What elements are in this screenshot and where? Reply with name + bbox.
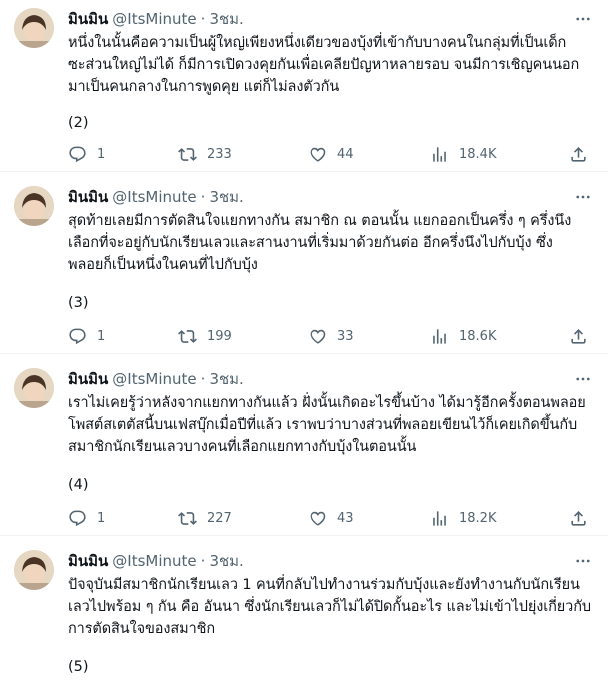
tweet-header: มินมิน @ItsMinute · 3ชม. bbox=[68, 186, 594, 208]
reply-icon bbox=[69, 328, 86, 344]
views-button[interactable]: 18.6K bbox=[430, 327, 496, 346]
tweet[interactable]: มินมิน @ItsMinute · 3ชม. ปัจจุบันมีสมาชิ… bbox=[0, 536, 608, 688]
retweet-button[interactable]: 233 bbox=[178, 145, 232, 164]
retweet-count: 199 bbox=[207, 328, 232, 344]
user-handle[interactable]: @ItsMinute bbox=[112, 188, 196, 206]
reply-button[interactable]: 1 bbox=[68, 327, 105, 346]
timestamp[interactable]: 3ชม. bbox=[209, 549, 243, 573]
action-bar: 1 233 44 18.4K bbox=[68, 142, 594, 166]
views-button[interactable]: 18.4K bbox=[430, 145, 496, 164]
user-handle[interactable]: @ItsMinute bbox=[112, 370, 196, 388]
thread-index: (4) bbox=[68, 477, 89, 493]
reply-count: 1 bbox=[97, 328, 106, 344]
tweet-text: ปัจจุบันมีสมาชิกนักเรียนเลว 1 คนที่กลับไ… bbox=[68, 577, 591, 637]
tweet[interactable]: มินมิน @ItsMinute · 3ชม. หนึ่งในนั้นคือค… bbox=[0, 0, 608, 172]
retweet-count: 227 bbox=[207, 510, 232, 526]
tweet-header: มินมิน @ItsMinute · 3ชม. bbox=[68, 550, 594, 572]
like-button[interactable]: 43 bbox=[308, 509, 354, 528]
tweet-text: เราไม่เคยรู้ว่าหลังจากแยกทางกันแล้ว ฝั่ง… bbox=[68, 395, 586, 455]
avatar[interactable] bbox=[14, 550, 54, 590]
share-button[interactable] bbox=[569, 145, 588, 164]
tweet-header: มินมิน @ItsMinute · 3ชม. bbox=[68, 368, 594, 390]
like-icon bbox=[310, 329, 326, 344]
reply-button[interactable]: 1 bbox=[68, 509, 105, 528]
like-button[interactable]: 33 bbox=[308, 327, 354, 346]
share-button[interactable] bbox=[569, 327, 588, 346]
separator-dot: · bbox=[200, 188, 206, 206]
tweet-text: หนึ่งในนั้นคือความเป็นผู้ใหญ่เพียงหนึ่งเ… bbox=[68, 35, 580, 95]
like-count: 33 bbox=[337, 328, 354, 344]
action-bar: 1 199 33 18.6K bbox=[68, 324, 594, 348]
like-count: 44 bbox=[337, 146, 354, 162]
like-count: 43 bbox=[337, 510, 354, 526]
views-icon bbox=[433, 328, 446, 344]
retweet-icon bbox=[178, 147, 197, 161]
avatar[interactable] bbox=[14, 368, 54, 408]
like-icon bbox=[310, 147, 326, 162]
share-icon bbox=[571, 328, 586, 344]
timestamp[interactable]: 3ชม. bbox=[209, 7, 243, 31]
like-icon bbox=[310, 511, 326, 526]
reply-count: 1 bbox=[97, 146, 106, 162]
reply-icon bbox=[69, 146, 86, 162]
display-name[interactable]: มินมิน bbox=[68, 185, 108, 209]
avatar[interactable] bbox=[14, 8, 54, 48]
reply-count: 1 bbox=[97, 510, 106, 526]
retweet-button[interactable]: 199 bbox=[178, 327, 232, 346]
user-handle[interactable]: @ItsMinute bbox=[112, 10, 196, 28]
timestamp[interactable]: 3ชม. bbox=[209, 185, 243, 209]
views-icon bbox=[433, 510, 446, 526]
more-icon[interactable] bbox=[572, 550, 594, 572]
views-button[interactable]: 18.2K bbox=[430, 509, 496, 528]
views-icon bbox=[433, 146, 446, 162]
more-icon[interactable] bbox=[572, 368, 594, 390]
user-handle[interactable]: @ItsMinute bbox=[112, 552, 196, 570]
action-bar: 1 227 43 18.2K bbox=[68, 506, 594, 530]
retweet-button[interactable]: 227 bbox=[178, 509, 232, 528]
display-name[interactable]: มินมิน bbox=[68, 549, 108, 573]
share-icon bbox=[571, 146, 586, 162]
thread-index: (3) bbox=[68, 295, 89, 311]
view-count: 18.6K bbox=[459, 328, 497, 344]
tweet-header: มินมิน @ItsMinute · 3ชม. bbox=[68, 8, 594, 30]
timestamp[interactable]: 3ชม. bbox=[209, 367, 243, 391]
separator-dot: · bbox=[200, 10, 206, 28]
avatar[interactable] bbox=[14, 186, 54, 226]
display-name[interactable]: มินมิน bbox=[68, 367, 108, 391]
retweet-icon bbox=[178, 329, 197, 343]
thread-index: (2) bbox=[68, 115, 89, 131]
share-button[interactable] bbox=[569, 509, 588, 528]
separator-dot: · bbox=[200, 370, 206, 388]
reply-icon bbox=[69, 510, 86, 526]
reply-button[interactable]: 1 bbox=[68, 145, 105, 164]
tweet[interactable]: มินมิน @ItsMinute · 3ชม. สุดท้ายเลยมีการ… bbox=[0, 172, 608, 354]
more-icon[interactable] bbox=[572, 186, 594, 208]
separator-dot: · bbox=[200, 552, 206, 570]
timeline: มินมิน @ItsMinute · 3ชม. หนึ่งในนั้นคือค… bbox=[0, 0, 608, 688]
more-icon[interactable] bbox=[572, 8, 594, 30]
view-count: 18.2K bbox=[459, 510, 497, 526]
like-button[interactable]: 44 bbox=[308, 145, 354, 164]
view-count: 18.4K bbox=[459, 146, 497, 162]
tweet[interactable]: มินมิน @ItsMinute · 3ชม. เราไม่เคยรู้ว่า… bbox=[0, 354, 608, 536]
thread-index: (5) bbox=[68, 659, 89, 675]
display-name[interactable]: มินมิน bbox=[68, 7, 108, 31]
retweet-count: 233 bbox=[207, 146, 232, 162]
retweet-icon bbox=[178, 511, 197, 525]
share-icon bbox=[571, 510, 586, 526]
tweet-text: สุดท้ายเลยมีการตัดสินใจแยกทางกัน สมาชิก … bbox=[68, 213, 572, 273]
